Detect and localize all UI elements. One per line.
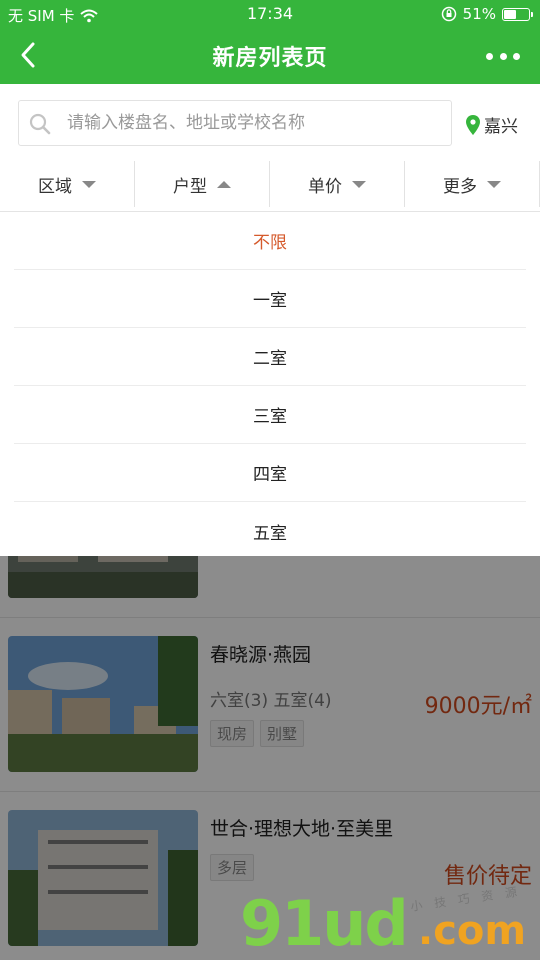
layout-dropdown: 不限 一室 二室 三室 四室 五室 bbox=[0, 212, 540, 556]
filter-label: 更多 bbox=[443, 176, 477, 197]
battery-level bbox=[504, 9, 516, 19]
page-title: 新房列表页 bbox=[212, 46, 328, 71]
search-box[interactable] bbox=[18, 100, 452, 146]
dropdown-option[interactable]: 一室 bbox=[14, 270, 526, 328]
battery-icon bbox=[502, 7, 533, 21]
navigation-bar: 新房列表页 bbox=[0, 28, 540, 84]
status-bar: 无 SIM 卡 17:34 51% bbox=[0, 0, 540, 28]
dropdown-option[interactable]: 不限 bbox=[14, 212, 526, 270]
filter-unit-price[interactable]: 单价 bbox=[270, 161, 405, 207]
dropdown-option[interactable]: 二室 bbox=[14, 328, 526, 386]
location-pin-icon bbox=[466, 114, 480, 135]
watermark: 91ud .com 小 技 巧 资 源 bbox=[240, 884, 540, 960]
more-options-button[interactable] bbox=[486, 46, 520, 66]
more-dot-icon bbox=[513, 52, 520, 60]
filter-label: 单价 bbox=[308, 176, 342, 197]
battery-percent: 51% bbox=[462, 5, 496, 23]
dropdown-option[interactable]: 三室 bbox=[14, 386, 526, 444]
caret-up-icon bbox=[217, 180, 231, 188]
app-header: 无 SIM 卡 17:34 51% 新房列表页 bbox=[0, 0, 540, 84]
status-right: 51% bbox=[441, 5, 533, 23]
rotation-lock-icon bbox=[441, 6, 456, 22]
search-row: 嘉兴 bbox=[0, 84, 540, 156]
search-icon bbox=[29, 113, 51, 135]
dropdown-option[interactable]: 四室 bbox=[14, 444, 526, 502]
watermark-main: 91ud bbox=[240, 887, 409, 960]
filter-label: 区域 bbox=[38, 176, 72, 197]
city-selector[interactable]: 嘉兴 bbox=[466, 112, 518, 137]
search-input[interactable] bbox=[67, 101, 447, 145]
city-label: 嘉兴 bbox=[484, 117, 518, 137]
filter-more[interactable]: 更多 bbox=[405, 161, 540, 207]
filter-bar: 区域 户型 单价 更多 bbox=[0, 156, 540, 212]
caret-down-icon bbox=[82, 180, 96, 188]
filter-area[interactable]: 区域 bbox=[0, 161, 135, 207]
dropdown-option[interactable]: 五室 bbox=[14, 502, 526, 560]
caret-down-icon bbox=[352, 180, 366, 188]
more-dot-icon bbox=[499, 52, 507, 60]
filter-label: 户型 bbox=[173, 176, 207, 197]
caret-down-icon bbox=[487, 180, 501, 188]
filter-layout[interactable]: 户型 bbox=[135, 161, 270, 207]
more-dot-icon bbox=[486, 52, 493, 60]
watermark-domain: .com bbox=[418, 908, 527, 954]
